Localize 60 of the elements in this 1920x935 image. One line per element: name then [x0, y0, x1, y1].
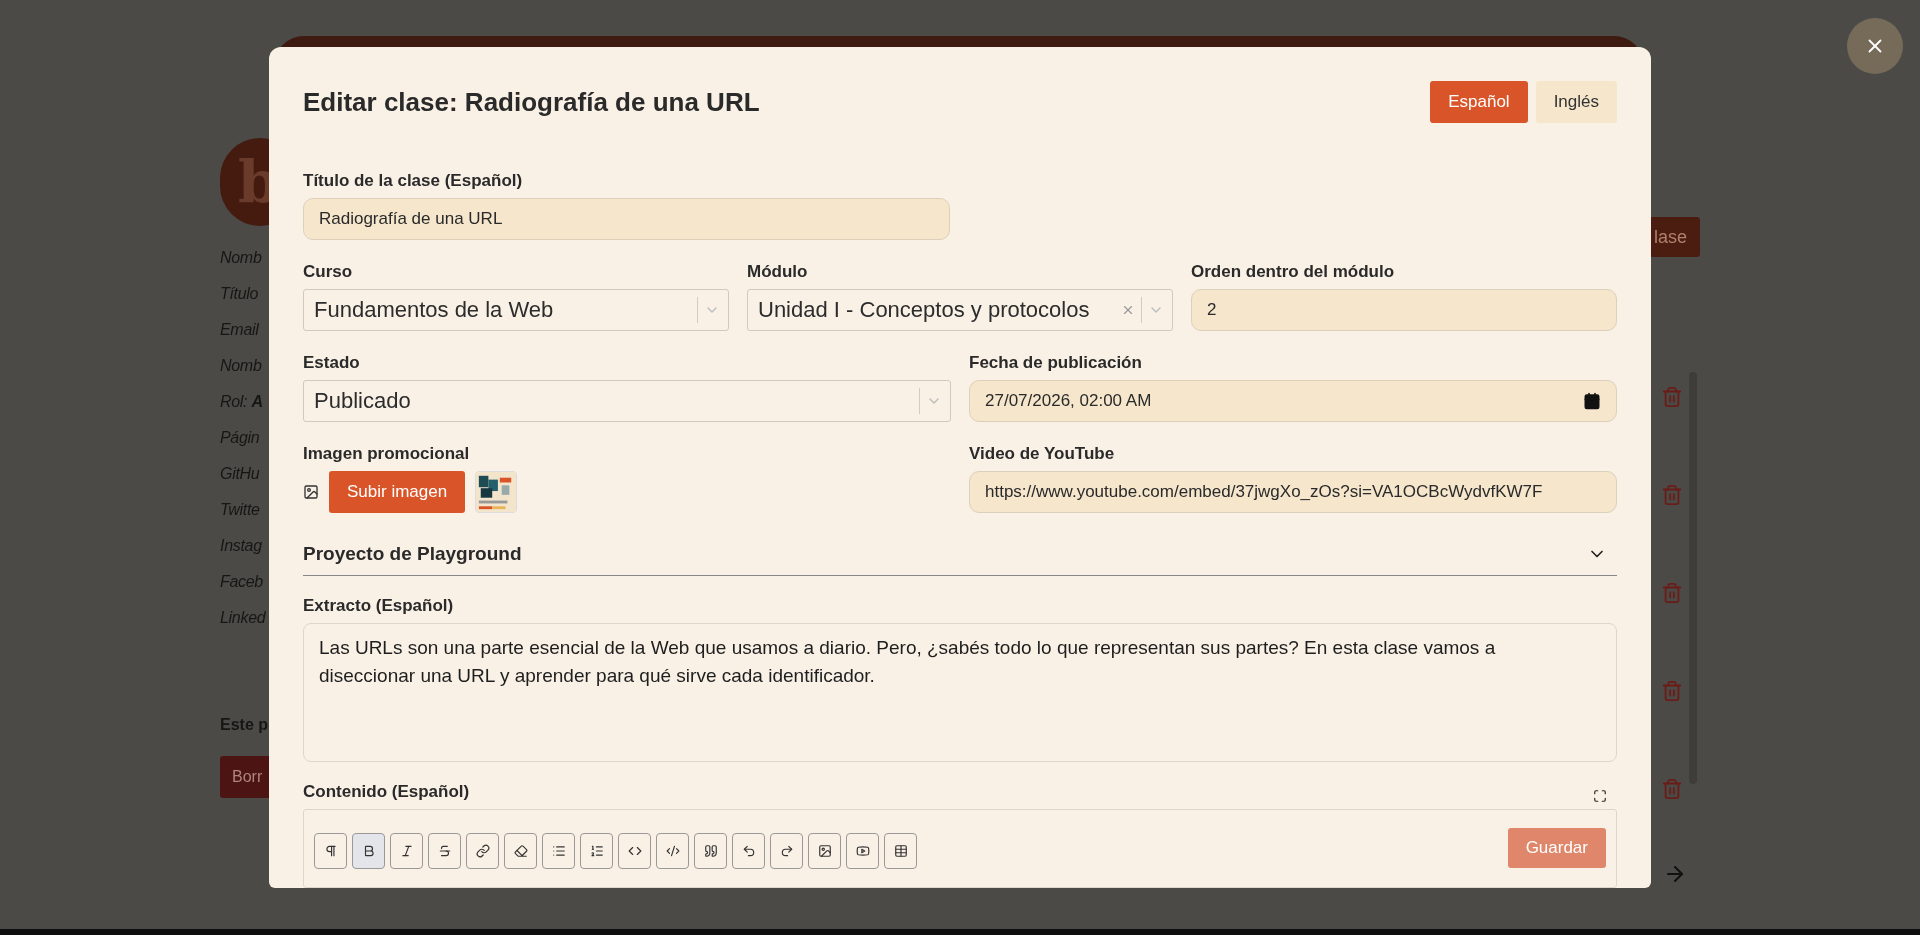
field-label: Orden dentro del módulo — [1191, 262, 1396, 282]
language-tab[interactable]: Inglés — [1535, 81, 1617, 123]
field-label: Estado — [303, 353, 361, 373]
eraser-tool-button[interactable] — [504, 833, 537, 870]
link-icon — [475, 844, 490, 859]
code-tool-button[interactable] — [618, 833, 651, 870]
image-icon — [817, 844, 832, 859]
field-label: Extracto (Español) — [303, 596, 455, 617]
language-tab[interactable]: Español — [1430, 81, 1528, 123]
playground-accordion[interactable]: Proyecto de Playground — [303, 535, 1617, 577]
order-field[interactable]: 2 — [1191, 289, 1617, 331]
field-label: Título de la clase (Español) — [303, 171, 524, 191]
link-tool-button[interactable] — [466, 833, 499, 870]
image-icon — [303, 484, 319, 500]
quote-icon — [703, 844, 718, 859]
table-icon — [893, 844, 908, 859]
redo-tool-button[interactable] — [770, 833, 803, 870]
select-field[interactable]: Publicado — [303, 380, 951, 422]
select-field[interactable]: Unidad I - Conceptos y protocolos — [747, 289, 1173, 331]
field-label: Módulo — [747, 262, 809, 282]
bullets-tool-button[interactable] — [542, 833, 575, 870]
field-label: Video de YouTube — [969, 444, 1116, 464]
italic-icon — [399, 844, 414, 859]
undo-icon — [741, 844, 756, 859]
redo-icon — [779, 844, 794, 859]
close-button[interactable] — [1847, 18, 1903, 74]
strike-tool-button[interactable] — [428, 833, 461, 870]
dialog-title: Editar clase: Radiografía de una URL — [303, 86, 760, 118]
upload-button[interactable]: Subir imagen — [329, 471, 466, 513]
numbers-tool-button[interactable] — [580, 833, 613, 870]
bullets-icon — [551, 844, 566, 859]
select-field[interactable]: Fundamentos de la Web — [303, 289, 729, 331]
paragraph-tool-button[interactable] — [314, 833, 347, 870]
field-label: Imagen promocional — [303, 444, 471, 464]
eraser-icon — [513, 844, 528, 859]
field-label: Curso — [303, 262, 354, 282]
bold-tool-button[interactable] — [352, 833, 385, 870]
add-button[interactable]: lase — [1651, 217, 1700, 257]
excerpt-field[interactable]: Las URLs son una parte esencial de la Web que usamos a diario. Pero, ¿sabés todo lo que representan sus partes? En esta clase vamos a diseccionar una URL y aprender para qué sirve cada identificador. — [303, 623, 1617, 763]
field-label: Fecha de publicación — [969, 353, 1143, 373]
fullscreen-icon[interactable] — [1593, 788, 1607, 803]
clear-icon[interactable] — [1121, 303, 1135, 317]
numbers-icon — [589, 844, 604, 859]
codeblock-tool-button[interactable] — [656, 833, 689, 870]
calendar-icon[interactable] — [1583, 392, 1601, 410]
codeblock-icon — [665, 844, 680, 859]
date-field[interactable]: 27/07/2026, 02:00 AM — [969, 380, 1617, 422]
image-tool-button[interactable] — [808, 833, 841, 870]
italic-tool-button[interactable] — [390, 833, 423, 870]
video-tool-button[interactable] — [846, 833, 879, 870]
strike-icon — [437, 844, 452, 859]
field-label: Contenido (Español) — [303, 782, 470, 803]
quote-tool-button[interactable] — [694, 833, 727, 870]
table-tool-button[interactable] — [884, 833, 917, 870]
undo-tool-button[interactable] — [732, 833, 765, 870]
youtube-field[interactable]: https://www.youtube.com/embed/37jwgXo_zOs?si=VA1OCBcWydvfKW7F — [969, 471, 1617, 513]
video-icon — [855, 844, 870, 859]
title-field[interactable]: Radiografía de una URL — [303, 198, 950, 240]
paragraph-icon — [323, 844, 338, 859]
delete-button[interactable]: Borr — [220, 756, 269, 798]
